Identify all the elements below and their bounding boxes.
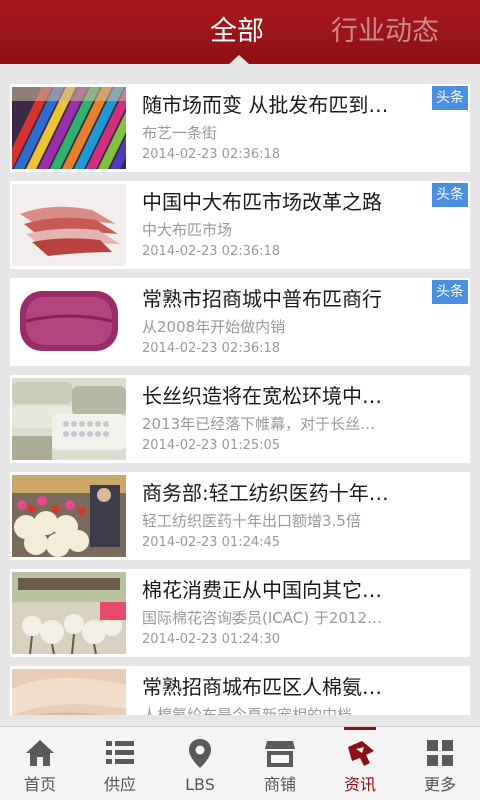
nav-item-more[interactable]: 更多 xyxy=(400,727,480,800)
home-icon xyxy=(24,737,56,769)
nav-label: 更多 xyxy=(423,775,456,794)
news-timestamp: 2014-02-23 02:36:18 xyxy=(142,341,281,356)
news-thumbnail xyxy=(12,475,126,557)
news-source: 轻工纺织医药十年出口额增3.5倍 xyxy=(142,512,361,530)
news-item[interactable]: 常熟市招商城中普布匹商行 从2008年开始做内销 2014-02-23 02:3… xyxy=(10,278,470,366)
headline-badge: 头条 xyxy=(432,183,468,207)
news-timestamp: 2014-02-23 02:36:18 xyxy=(142,244,281,259)
list-icon xyxy=(104,737,136,769)
news-item[interactable]: 长丝织造将在宽松环境中… 2013年已经落下帷幕，对于长丝… 2014-02-2… xyxy=(10,375,470,463)
news-title: 常熟招商城布匹区人棉氨… xyxy=(142,675,382,699)
news-icon xyxy=(344,737,376,769)
news-title: 中国中大布匹市场改革之路 xyxy=(142,190,382,214)
news-thumbnail xyxy=(12,669,126,715)
news-source: 人棉氨纶布是今夏新宠相的中档… xyxy=(142,706,368,715)
news-item[interactable]: 商务部:轻工纺织医药十年… 轻工纺织医药十年出口额增3.5倍 2014-02-2… xyxy=(10,472,470,560)
news-title: 棉花消费正从中国向其它… xyxy=(142,578,382,602)
top-header: 全部 行业动态 xyxy=(0,0,480,64)
news-timestamp: 2014-02-23 02:36:18 xyxy=(142,147,281,162)
news-title: 长丝织造将在宽松环境中… xyxy=(142,384,382,408)
tab-all[interactable]: 全部 xyxy=(210,12,264,52)
news-thumbnail xyxy=(12,378,126,460)
news-title: 随市场而变 从批发布匹到… xyxy=(142,93,389,117)
news-source: 国际棉花咨询委员(ICAC) 于2012… xyxy=(142,609,383,627)
nav-label: 首页 xyxy=(23,775,56,794)
news-thumbnail xyxy=(12,184,126,266)
news-item[interactable]: 棉花消费正从中国向其它… 国际棉花咨询委员(ICAC) 于2012… 2014-… xyxy=(10,569,470,657)
nav-label: 供应 xyxy=(103,775,136,794)
news-item[interactable]: 随市场而变 从批发布匹到… 布艺一条街 2014-02-23 02:36:18 … xyxy=(10,84,470,172)
nav-label: LBS xyxy=(185,775,215,794)
tab-industry-news[interactable]: 行业动态 xyxy=(331,12,439,52)
news-item[interactable]: 常熟招商城布匹区人棉氨… 人棉氨纶布是今夏新宠相的中档… xyxy=(10,666,470,715)
news-timestamp: 2014-02-23 01:24:30 xyxy=(142,632,281,647)
active-tab-indicator xyxy=(229,55,249,64)
news-timestamp: 2014-02-23 01:25:05 xyxy=(142,438,281,453)
grid-icon xyxy=(424,737,456,769)
nav-item-home[interactable]: 首页 xyxy=(0,727,80,800)
news-thumbnail xyxy=(12,87,126,169)
nav-item-shop[interactable]: 商铺 xyxy=(240,727,320,800)
headline-badge: 头条 xyxy=(432,86,468,110)
location-pin-icon xyxy=(184,737,216,769)
news-list[interactable]: 随市场而变 从批发布匹到… 布艺一条街 2014-02-23 02:36:18 … xyxy=(0,64,480,715)
nav-item-lbs[interactable]: LBS xyxy=(160,727,240,800)
shop-icon xyxy=(264,737,296,769)
news-thumbnail xyxy=(12,281,126,363)
news-source: 从2008年开始做内销 xyxy=(142,318,286,336)
nav-item-supply[interactable]: 供应 xyxy=(80,727,160,800)
news-thumbnail xyxy=(12,572,126,654)
nav-label: 资讯 xyxy=(343,775,376,794)
news-item[interactable]: 中国中大布匹市场改革之路 中大布匹市场 2014-02-23 02:36:18 … xyxy=(10,181,470,269)
news-source: 中大布匹市场 xyxy=(142,221,233,239)
news-source: 2013年已经落下帷幕，对于长丝… xyxy=(142,415,376,433)
bottom-navigation: 首页 供应 LBS 商铺 资讯 更多 xyxy=(0,726,480,800)
nav-item-news[interactable]: 资讯 xyxy=(320,727,400,800)
news-title: 常熟市招商城中普布匹商行 xyxy=(142,287,382,311)
news-title: 商务部:轻工纺织医药十年… xyxy=(142,481,389,505)
headline-badge: 头条 xyxy=(432,280,468,304)
news-source: 布艺一条街 xyxy=(142,124,218,142)
news-timestamp: 2014-02-23 01:24:45 xyxy=(142,535,281,550)
nav-label: 商铺 xyxy=(263,775,296,794)
